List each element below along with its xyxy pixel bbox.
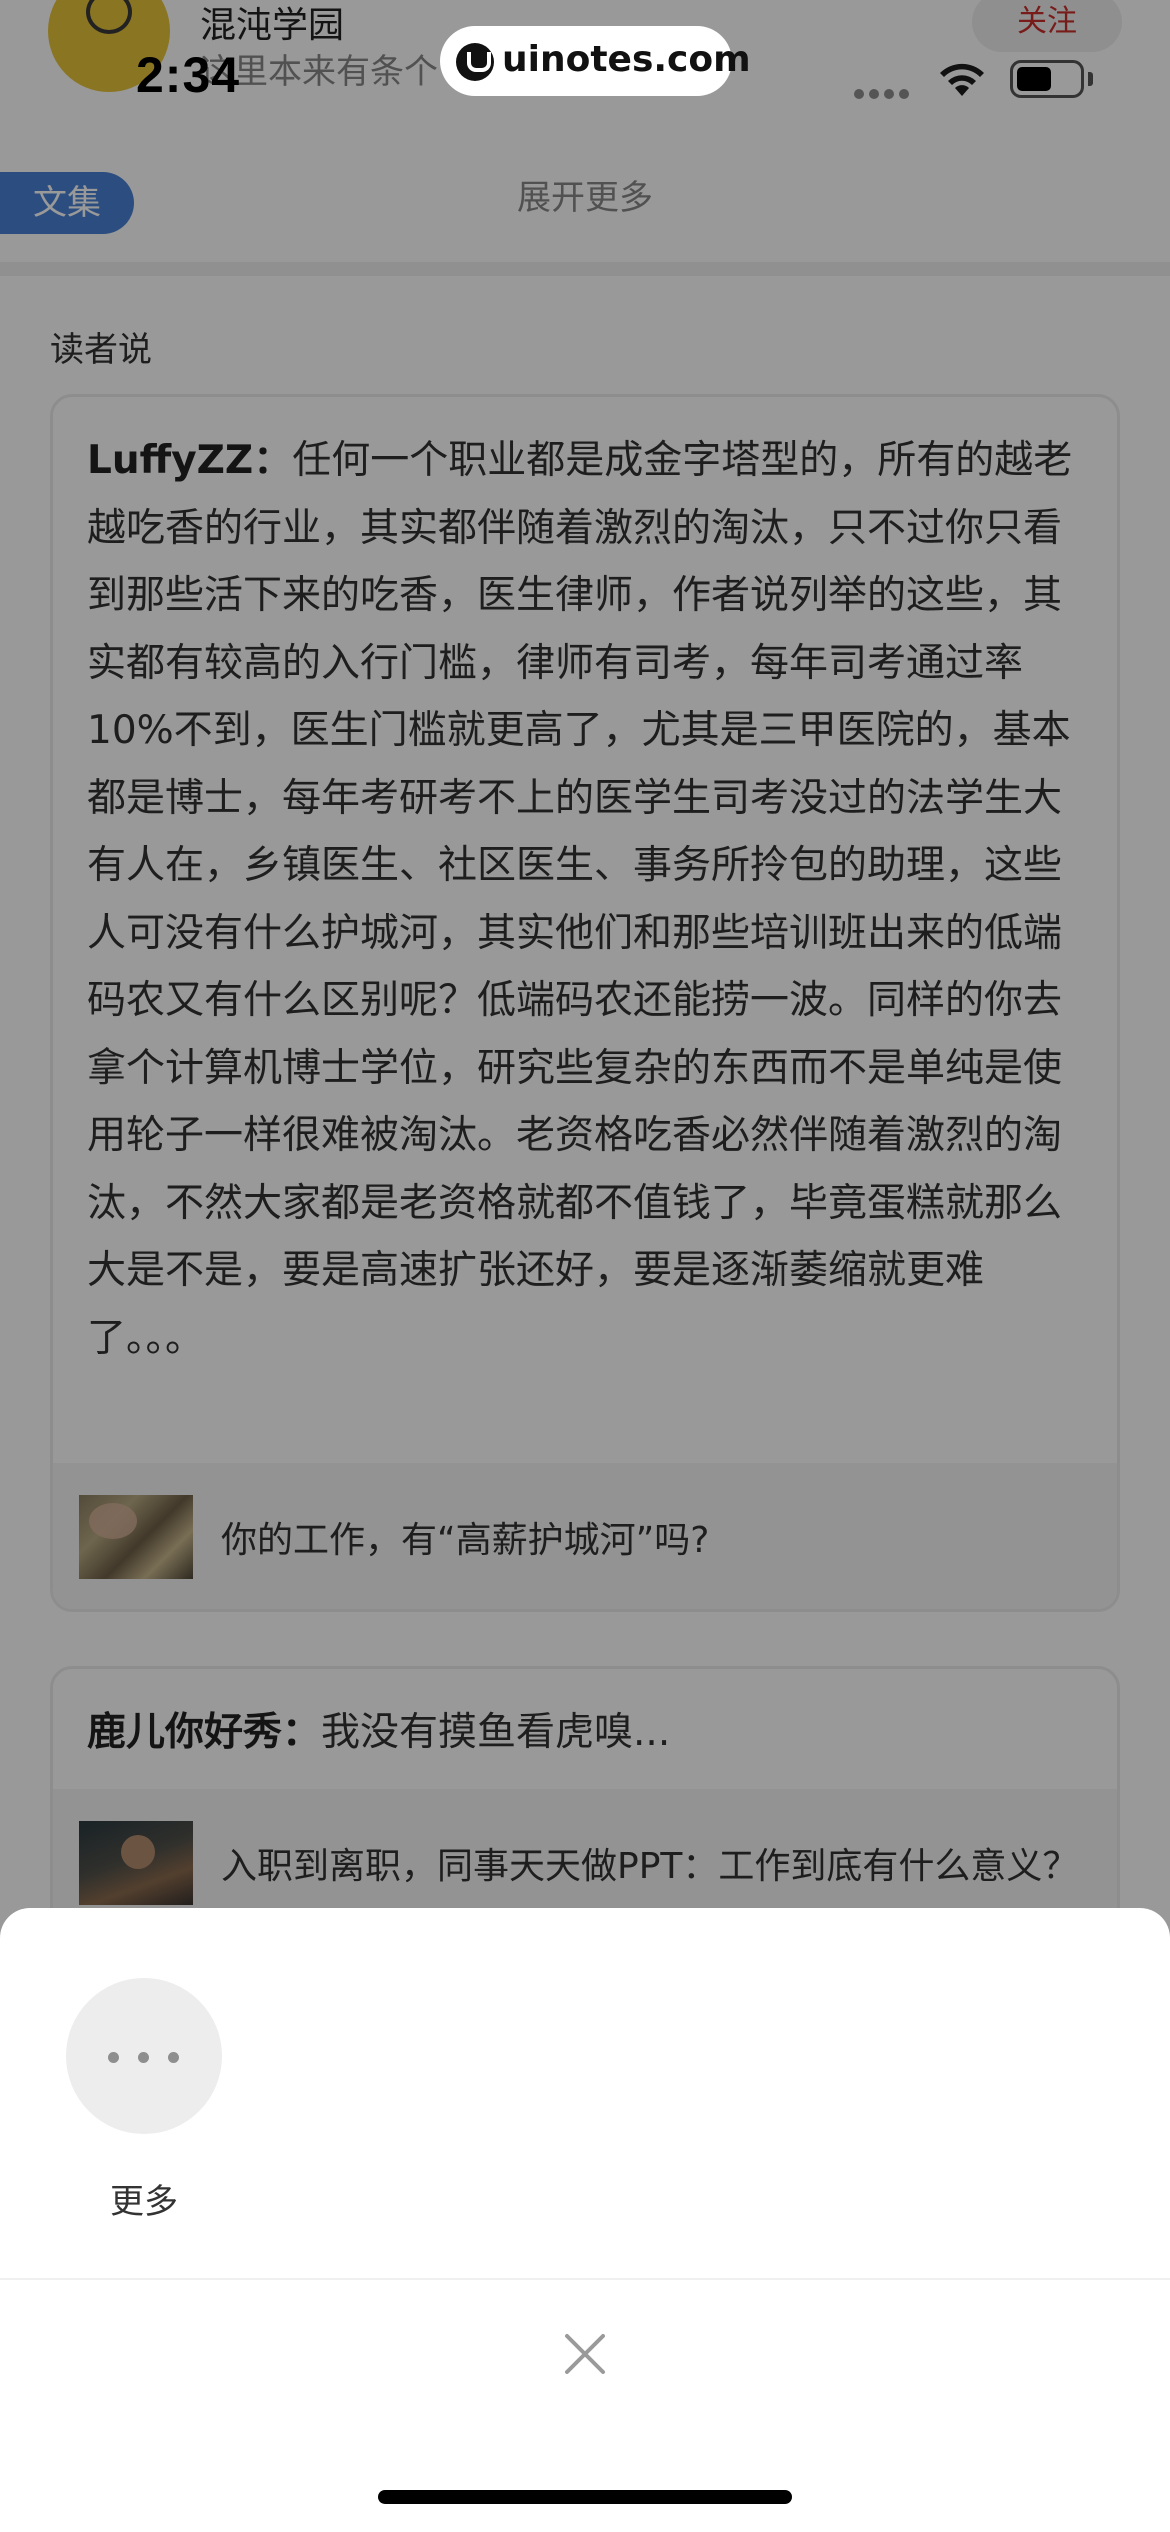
more-action-label: 更多 [110,2182,178,2222]
cellular-signal-icon [854,84,916,99]
more-dots-icon[interactable] [66,1978,222,2134]
battery-level [1017,67,1051,91]
uinotes-logo-icon [456,43,494,81]
close-icon[interactable] [555,2324,615,2384]
sheet-divider [0,2278,1170,2280]
share-sheet: 更多 [0,1908,1170,2532]
status-time: 2:34 [136,47,241,103]
home-indicator [378,2490,792,2504]
wifi-icon [940,63,984,96]
watermark-badge: uinotes.com [440,26,751,96]
battery-icon [1010,60,1084,98]
more-action-button[interactable]: 更多 [64,1978,224,2228]
status-bar: 2:34 uinotes.com [0,0,1170,130]
watermark-text: uinotes.com [502,39,751,80]
battery-tip [1088,72,1093,86]
